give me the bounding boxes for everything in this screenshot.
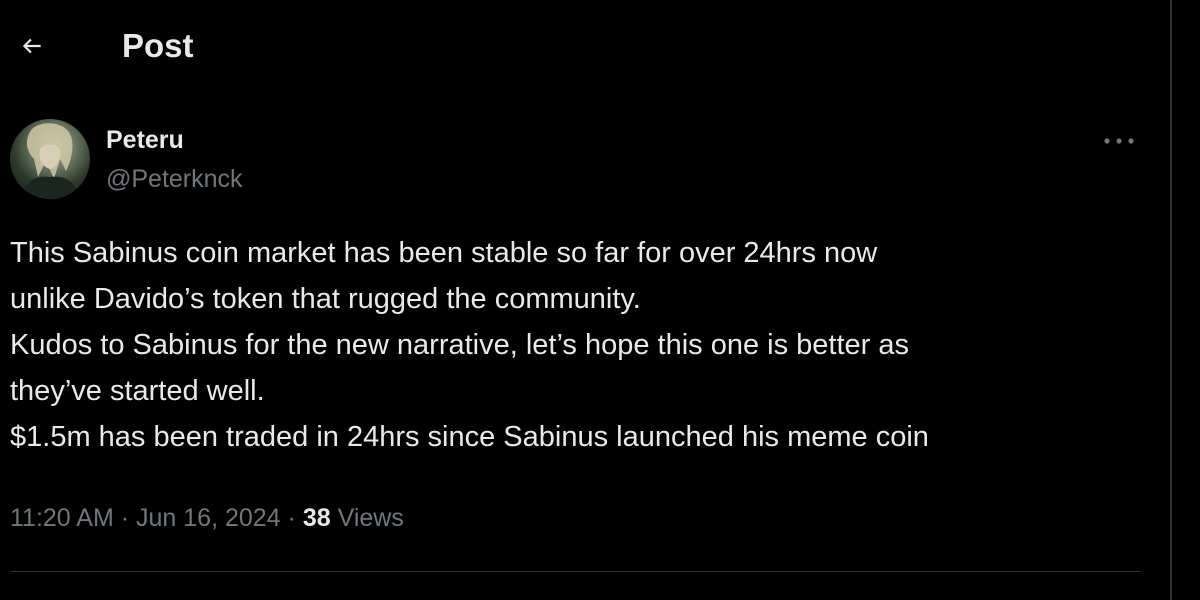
views-count[interactable]: 38 <box>303 504 331 532</box>
more-horizontal-icon <box>1104 138 1134 144</box>
meta-separator: · <box>287 504 296 532</box>
views-label[interactable]: Views <box>338 504 404 532</box>
post-text-line: $1.5m has been traded in 24hrs since Sab… <box>10 421 929 453</box>
post-text-line: they’ve started well. <box>10 375 265 407</box>
post-text: This Sabinus coin market has been stable… <box>10 230 1140 460</box>
author-handle[interactable]: @Peterknck <box>106 163 243 195</box>
avatar[interactable] <box>10 119 90 199</box>
page-title: Post <box>122 27 194 64</box>
divider <box>10 571 1140 572</box>
author-display-name[interactable]: Peteru <box>106 124 184 156</box>
post-time[interactable]: 11:20 AM <box>10 504 114 532</box>
post-text-line: Kudos to Sabinus for the new narrative, … <box>10 329 909 361</box>
more-options-button[interactable] <box>1096 126 1142 156</box>
arrow-left-icon <box>22 38 41 54</box>
post-text-line: This Sabinus coin market has been stable… <box>10 237 878 269</box>
column-border <box>1170 0 1172 600</box>
post-text-line: unlike Davido’s token that rugged the co… <box>10 283 641 315</box>
post-header: Post <box>0 0 1170 90</box>
meta-separator: · <box>120 504 130 532</box>
post-meta: 11:20 AM · Jun 16, 2024 · 38 Views <box>10 500 404 536</box>
avatar-image <box>20 123 80 199</box>
back-button[interactable] <box>10 24 54 68</box>
post-date[interactable]: Jun 16, 2024 <box>136 504 281 532</box>
